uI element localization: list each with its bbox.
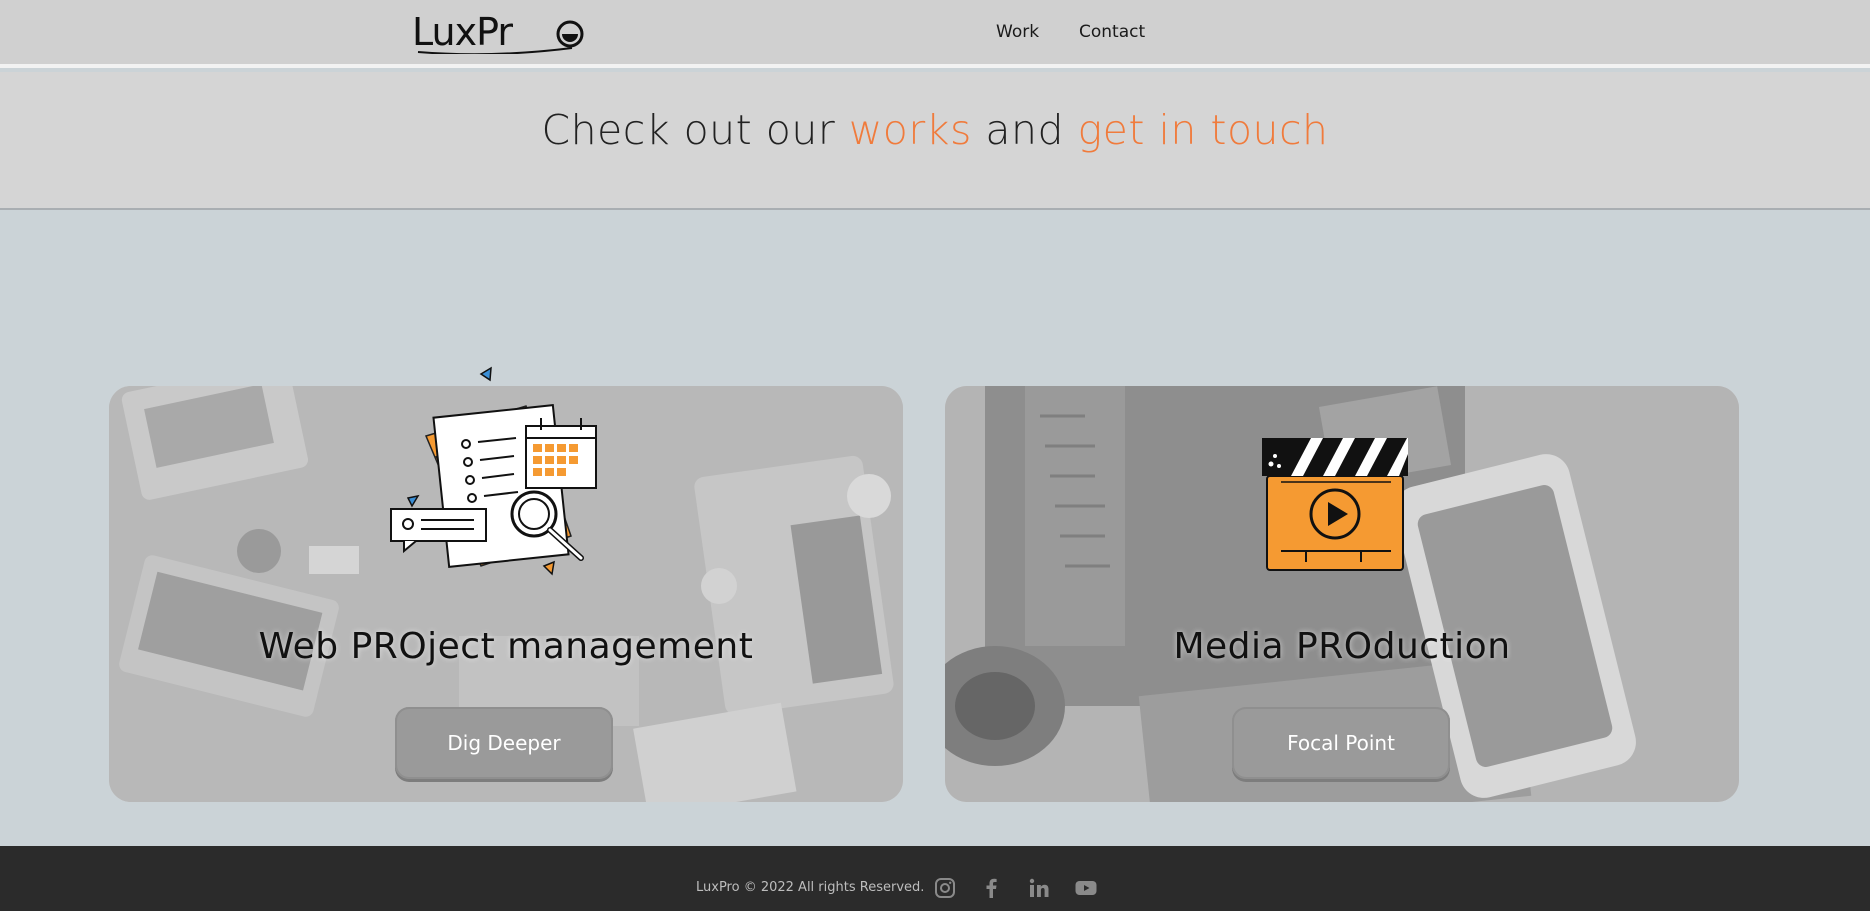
top-navbar: LuxPr Work Contact	[0, 0, 1870, 68]
luxpro-logo[interactable]: LuxPr	[412, 12, 584, 54]
youtube-icon[interactable]	[1074, 876, 1098, 900]
hero-heading: Check out our works and get in touch	[0, 72, 1870, 154]
hero-contact-link[interactable]: get in touch	[1078, 106, 1329, 154]
instagram-icon[interactable]	[933, 876, 957, 900]
web-project-card[interactable]: Web PROject management Dig Deeper	[109, 366, 903, 802]
focal-point-button[interactable]: Focal Point	[1232, 707, 1450, 779]
svg-text:LuxPr: LuxPr	[412, 12, 513, 54]
hero-text-part2: and	[971, 106, 1078, 154]
hero-banner: Check out our works and get in touch	[0, 72, 1870, 210]
media-production-card[interactable]: Media PROduction Focal Point	[945, 386, 1739, 802]
dig-deeper-button[interactable]: Dig Deeper	[395, 707, 613, 779]
hero-text-part1: Check out our	[541, 106, 849, 154]
card-title: Media PROduction	[1173, 626, 1511, 667]
hero-works-link[interactable]: works	[849, 106, 972, 154]
clapperboard-icon	[1262, 438, 1408, 571]
footer: LuxPro © 2022 All rights Reserved.	[0, 846, 1870, 911]
facebook-icon[interactable]	[979, 876, 1003, 900]
project-management-icon	[390, 366, 597, 576]
card-title: Web PROject management	[258, 626, 754, 667]
nav-contact-link[interactable]: Contact	[1079, 22, 1145, 42]
linkedin-icon[interactable]	[1027, 876, 1051, 900]
nav-work-link[interactable]: Work	[996, 22, 1039, 42]
copyright-text: LuxPro © 2022 All rights Reserved.	[696, 880, 925, 895]
